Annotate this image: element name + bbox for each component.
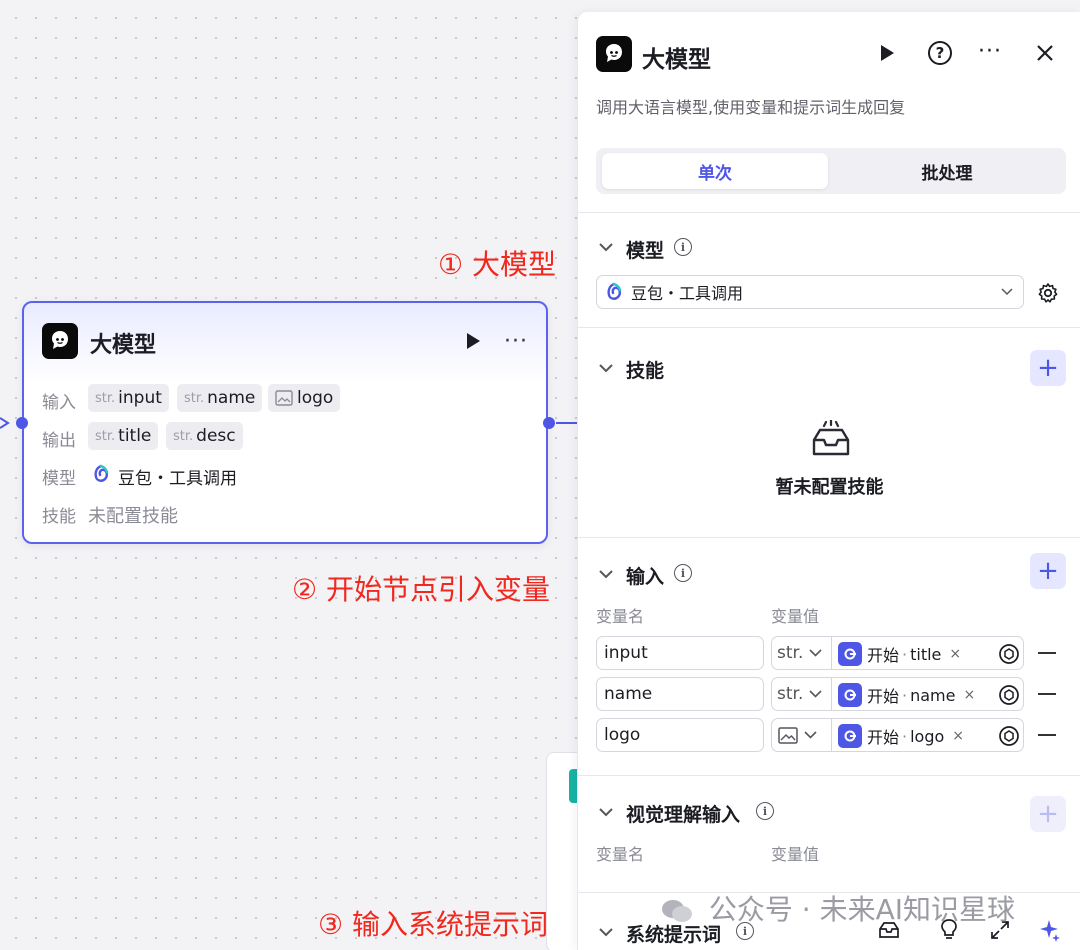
chevron-down-icon[interactable] bbox=[598, 362, 614, 374]
add-vision-input-button[interactable]: + bbox=[1030, 796, 1066, 832]
type-select[interactable] bbox=[772, 719, 832, 751]
type-select[interactable]: str. bbox=[772, 637, 832, 669]
divider bbox=[578, 775, 1080, 776]
empty-box-icon bbox=[812, 420, 850, 456]
llm-node-card[interactable]: 大模型 ··· 输入 str. input str. name logo 输出 st… bbox=[22, 301, 548, 544]
variable-value-field: str. 开始 · title × bbox=[771, 636, 1024, 670]
node-input-port[interactable] bbox=[16, 417, 28, 429]
panel-description: 调用大语言模型,使用变量和提示词生成回复 bbox=[596, 98, 906, 117]
chevron-down-icon bbox=[809, 690, 822, 698]
model-select-value: 豆包・工具调用 bbox=[631, 284, 744, 303]
input-section-title: 输入 bbox=[626, 566, 665, 588]
node-input-label: 输入 bbox=[42, 393, 76, 413]
variable-name-input[interactable]: input bbox=[596, 636, 764, 670]
type-select[interactable]: str. bbox=[772, 678, 832, 710]
node-output-port[interactable] bbox=[543, 417, 555, 429]
node-input-tag: str. name bbox=[177, 384, 263, 412]
node-input-tag: str. input bbox=[88, 384, 169, 412]
column-header-name: 变量名 bbox=[596, 607, 645, 626]
model-section-title: 模型 bbox=[626, 240, 665, 262]
panel-logo-icon bbox=[596, 36, 632, 72]
info-icon[interactable]: i bbox=[756, 802, 774, 820]
variable-reference-chip[interactable]: 开始 · name × bbox=[838, 681, 975, 709]
variable-name-input[interactable]: name bbox=[596, 677, 764, 711]
node-config-panel: 大模型 ? ··· 调用大语言模型,使用变量和提示词生成回复 单次 批处理 模型… bbox=[577, 12, 1080, 950]
variable-picker-icon[interactable] bbox=[998, 684, 1020, 706]
help-icon[interactable]: ? bbox=[928, 41, 952, 65]
panel-run-icon[interactable] bbox=[878, 43, 896, 63]
add-input-button[interactable]: + bbox=[1030, 553, 1066, 589]
image-type-icon bbox=[778, 726, 798, 744]
variable-value-field: 开始 · logo × bbox=[771, 718, 1024, 752]
chevron-down-icon[interactable] bbox=[598, 241, 614, 253]
annotation-2: ② 开始节点引入变量 bbox=[292, 573, 551, 606]
vision-section-title: 视觉理解输入 bbox=[626, 804, 741, 826]
node-skills-label: 技能 bbox=[42, 507, 76, 527]
add-skill-button[interactable]: + bbox=[1030, 350, 1066, 386]
chevron-down-icon[interactable] bbox=[598, 568, 614, 580]
start-node-icon bbox=[838, 642, 862, 666]
node-output-label: 输出 bbox=[42, 431, 76, 451]
variable-value-field: str. 开始 · name × bbox=[771, 677, 1024, 711]
remove-reference-icon[interactable]: × bbox=[949, 646, 961, 662]
node-model-label: 模型 bbox=[42, 469, 76, 489]
column-header-value: 变量值 bbox=[771, 607, 820, 626]
node-skills-value: 未配置技能 bbox=[88, 506, 178, 527]
watermark-text: 公众号 · 未来AI知识星球 bbox=[708, 893, 1016, 926]
info-icon[interactable]: i bbox=[674, 238, 692, 256]
llm-node-title: 大模型 bbox=[90, 333, 157, 358]
skills-empty-text: 暂未配置技能 bbox=[775, 477, 884, 498]
annotation-1: ① 大模型 bbox=[438, 248, 557, 281]
image-type-icon bbox=[275, 390, 293, 406]
skills-section-title: 技能 bbox=[626, 360, 665, 382]
run-icon[interactable] bbox=[464, 331, 482, 351]
watermark: 公众号 · 未来AI知识星球 bbox=[660, 888, 1015, 928]
variable-picker-icon[interactable] bbox=[998, 643, 1020, 665]
doubao-model-icon bbox=[607, 282, 622, 300]
variable-picker-icon[interactable] bbox=[998, 725, 1020, 747]
ai-sparkle-icon[interactable] bbox=[1038, 918, 1060, 942]
chevron-down-icon[interactable] bbox=[598, 806, 614, 818]
variable-reference-chip[interactable]: 开始 · logo × bbox=[838, 722, 964, 750]
output-edge bbox=[556, 422, 578, 424]
divider bbox=[578, 537, 1080, 538]
chevron-down-icon bbox=[1001, 288, 1013, 296]
gear-icon[interactable] bbox=[1037, 282, 1059, 304]
info-icon[interactable]: i bbox=[674, 564, 692, 582]
close-icon[interactable] bbox=[1035, 43, 1055, 63]
divider bbox=[578, 212, 1080, 213]
panel-more-icon[interactable]: ··· bbox=[978, 39, 1002, 64]
start-node-icon bbox=[838, 724, 862, 748]
remove-row-button[interactable] bbox=[1038, 693, 1056, 695]
mode-switch: 单次 批处理 bbox=[596, 148, 1066, 194]
node-output-tag: str. desc bbox=[166, 422, 243, 450]
column-header-name: 变量名 bbox=[596, 845, 645, 864]
node-input-tag: logo bbox=[268, 384, 341, 412]
annotation-3: ③ 输入系统提示词 bbox=[318, 908, 549, 941]
divider bbox=[578, 327, 1080, 328]
node-output-tag: str. title bbox=[88, 422, 159, 450]
column-header-value: 变量值 bbox=[771, 845, 820, 864]
remove-row-button[interactable] bbox=[1038, 652, 1056, 654]
model-select[interactable]: 豆包・工具调用 bbox=[596, 275, 1024, 309]
chevron-down-icon bbox=[804, 731, 817, 739]
node-model-value: 豆包・工具调用 bbox=[118, 469, 237, 489]
chevron-down-icon[interactable] bbox=[598, 926, 614, 938]
panel-title: 大模型 bbox=[642, 47, 711, 73]
doubao-model-icon bbox=[94, 464, 109, 482]
variable-name-input[interactable]: logo bbox=[596, 718, 764, 752]
wechat-icon bbox=[662, 900, 692, 922]
remove-reference-icon[interactable]: × bbox=[952, 728, 964, 744]
tab-single[interactable]: 单次 bbox=[602, 153, 828, 189]
chevron-down-icon bbox=[809, 649, 822, 657]
start-node-icon bbox=[838, 683, 862, 707]
tab-batch[interactable]: 批处理 bbox=[834, 153, 1060, 189]
more-icon[interactable]: ··· bbox=[504, 329, 528, 354]
incoming-arrow-icon bbox=[0, 417, 10, 429]
llm-node-logo-icon bbox=[42, 323, 78, 359]
variable-reference-chip[interactable]: 开始 · title × bbox=[838, 640, 961, 668]
remove-reference-icon[interactable]: × bbox=[963, 687, 975, 703]
remove-row-button[interactable] bbox=[1038, 734, 1056, 736]
